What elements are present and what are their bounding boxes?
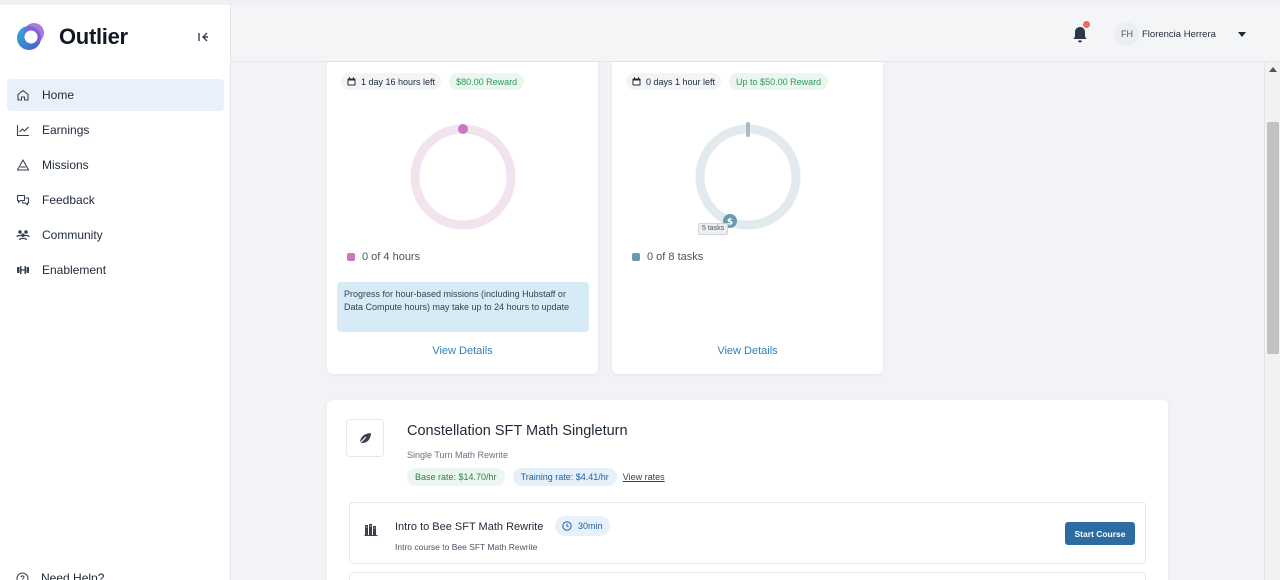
outlier-logo[interactable]: Outlier	[12, 19, 128, 55]
view-details-link[interactable]: View Details	[327, 345, 598, 357]
top-header: FH Florencia Herrera	[231, 0, 1280, 62]
need-help-label: Need Help?	[41, 571, 105, 580]
course-description: Intro course to Bee SFT Math Rewrite	[395, 542, 538, 552]
time-left-badge: 0 days 1 hour left	[626, 73, 722, 90]
question-circle-icon	[16, 572, 29, 580]
view-details-link[interactable]: View Details	[612, 345, 883, 357]
app-name: Outlier	[59, 24, 128, 49]
sidebar-item-label: Missions	[42, 158, 89, 172]
calendar-icon	[632, 77, 641, 86]
progress-ring: $	[695, 122, 801, 230]
triangle-icon	[16, 159, 30, 171]
info-note: Progress for hour-based missions (includ…	[337, 282, 589, 332]
course-item	[349, 572, 1146, 580]
sidebar-nav: Home Earnings Missions Feedback Communit…	[7, 79, 224, 289]
course-item: Intro to Bee SFT Math Rewrite 30min Intr…	[349, 502, 1146, 564]
sidebar: Outlier Home Earnings Missions Feedback …	[0, 0, 231, 580]
base-rate-badge: Base rate: $14.70/hr	[407, 468, 505, 486]
progress-start-tick	[746, 122, 750, 137]
project-subtitle: Single Turn Math Rewrite	[407, 450, 509, 460]
sidebar-item-label: Community	[42, 228, 103, 242]
collapse-sidebar-icon[interactable]	[195, 29, 211, 45]
course-duration-badge: 30min	[555, 516, 610, 536]
progress-label: 0 of 8 tasks	[647, 251, 704, 263]
sidebar-item-label: Home	[42, 88, 75, 102]
project-title: Constellation SFT Math Singleturn	[407, 423, 628, 439]
need-help-link[interactable]: Need Help?	[16, 571, 104, 580]
sidebar-item-community[interactable]: Community	[7, 219, 224, 251]
user-name: Florencia Herrera	[1142, 28, 1216, 40]
progress-marker	[458, 124, 468, 134]
start-course-button[interactable]: Start Course	[1065, 522, 1135, 545]
course-title: Intro to Bee SFT Math Rewrite	[395, 521, 544, 533]
mission-card: 0 days 1 hour left Up to $50.00 Reward $…	[612, 62, 883, 374]
time-left-text: 1 day 16 hours left	[361, 76, 436, 87]
project-icon	[346, 419, 384, 457]
sidebar-item-missions[interactable]: Missions	[7, 149, 224, 181]
sidebar-item-label: Enablement	[42, 263, 107, 277]
leaf-icon	[358, 433, 371, 445]
clock-icon	[562, 521, 572, 531]
chart-line-icon	[16, 125, 29, 137]
book-icon	[364, 524, 378, 536]
reward-badge: $80.00 Reward	[449, 73, 525, 90]
training-rate-badge: Training rate: $4.41/hr	[512, 468, 617, 486]
sidebar-item-feedback[interactable]: Feedback	[7, 184, 224, 216]
home-icon	[17, 89, 29, 101]
notification-bell-icon[interactable]	[1071, 25, 1089, 45]
scroll-thumb[interactable]	[1267, 122, 1279, 354]
page-scrollbar[interactable]	[1264, 62, 1280, 580]
progress-legend: 0 of 8 tasks	[632, 251, 703, 263]
progress-label: 0 of 4 hours	[362, 251, 421, 263]
dumbbell-icon	[17, 266, 29, 274]
chevron-down-icon	[1237, 31, 1246, 37]
progress-legend: 0 of 4 hours	[347, 251, 420, 263]
sidebar-item-home[interactable]: Home	[7, 79, 224, 111]
scroll-up-arrow-icon[interactable]	[1269, 67, 1277, 72]
sidebar-item-label: Feedback	[42, 193, 95, 207]
course-duration-text: 30min	[578, 521, 603, 531]
progress-ring-track	[695, 124, 801, 230]
reward-badge: Up to $50.00 Reward	[729, 73, 829, 90]
people-icon	[16, 230, 30, 241]
time-left-text: 0 days 1 hour left	[646, 76, 716, 87]
task-milestone-badge: 5 tasks	[698, 223, 729, 235]
outlier-logo-icon	[12, 19, 48, 55]
sidebar-item-enablement[interactable]: Enablement	[7, 254, 224, 286]
legend-swatch	[632, 253, 640, 261]
progress-ring	[410, 124, 516, 230]
legend-swatch	[347, 253, 355, 261]
time-left-badge: 1 day 16 hours left	[341, 73, 442, 90]
calendar-icon	[347, 77, 356, 86]
project-card: Constellation SFT Math Singleturn Single…	[327, 400, 1168, 580]
view-rates-link[interactable]: View rates	[623, 472, 665, 482]
rates-row: Base rate: $14.70/hr Training rate: $4.4…	[407, 468, 665, 486]
notification-dot	[1083, 21, 1090, 28]
sidebar-item-earnings[interactable]: Earnings	[7, 114, 224, 146]
user-menu[interactable]: FH Florencia Herrera	[1115, 22, 1246, 46]
sidebar-item-label: Earnings	[42, 123, 90, 137]
chat-bubbles-icon	[16, 194, 30, 206]
mission-card: 1 day 16 hours left $80.00 Reward 0 of 4…	[327, 62, 598, 374]
avatar: FH	[1115, 22, 1139, 46]
progress-ring-track	[410, 124, 516, 230]
